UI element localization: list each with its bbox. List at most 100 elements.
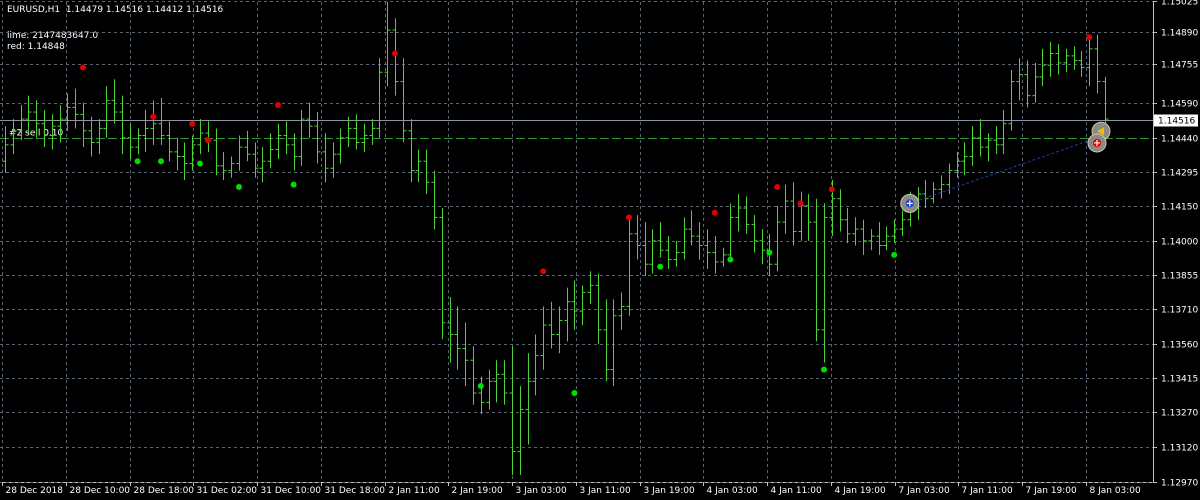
ohlc-bar (181, 142, 188, 180)
ohlc-bar (548, 301, 555, 349)
price-tick-label: 1.13270 (1161, 409, 1198, 419)
ohlc-bar (244, 130, 251, 162)
time-tick-label: 2 Jan 11:00 (389, 486, 441, 496)
ohlc-bar (985, 133, 992, 162)
ohlc-bar (525, 353, 532, 445)
time-tick-label: 3 Jan 03:00 (516, 486, 568, 496)
ohlc-bar (283, 121, 290, 155)
ohlc-bar (1086, 39, 1093, 87)
ohlc-bar (1047, 41, 1054, 77)
ohlc-bar (166, 121, 173, 162)
ohlc-bar (774, 205, 781, 272)
ohlc-bar (899, 210, 906, 237)
price-tick-label: 1.13855 (1161, 272, 1198, 282)
ohlc-bar (454, 306, 461, 370)
ohlc-bar (64, 93, 71, 131)
ohlc-bar (1078, 51, 1085, 77)
ohlc-bar (111, 79, 118, 124)
ohlc-bar (634, 215, 641, 260)
time-tick-label: 28 Dec 18:00 (134, 486, 195, 496)
trade-open-marker (900, 193, 920, 213)
ohlc-bar (649, 229, 656, 274)
ohlc-bar (579, 285, 586, 326)
time-tick-label: 28 Dec 10:00 (70, 486, 131, 496)
ohlc-bar (220, 151, 227, 180)
ohlc-bar (883, 226, 890, 251)
ohlc-bar (720, 247, 727, 267)
ohlc-bar (142, 109, 149, 152)
ohlc-bar (174, 137, 181, 171)
ohlc-bar (751, 215, 758, 253)
green-signal-dot (290, 181, 297, 188)
ohlc-bar (727, 203, 734, 262)
time-tick-label: 4 Jan 11:00 (771, 486, 823, 496)
ohlc-bar (353, 114, 360, 150)
ohlc-bar (103, 86, 110, 138)
ohlc-bar (88, 116, 95, 157)
ohlc-bar (213, 128, 220, 176)
ohlc-bar (532, 334, 539, 396)
ohlc-bar (275, 123, 282, 159)
ohlc-bar (673, 240, 680, 267)
green-signal-dot (657, 263, 664, 270)
ohlc-bar (961, 142, 968, 176)
time-tick-label: 7 Jan 11:00 (962, 486, 1014, 496)
ohlc-bar (400, 58, 407, 143)
ohlc-bar (696, 222, 703, 260)
red-signal-dot (1086, 34, 1093, 41)
ohlc-bar (587, 271, 594, 305)
ohlc-bar (735, 194, 742, 232)
price-tick-label: 1.14000 (1161, 238, 1198, 248)
ohlc-bar (517, 386, 524, 475)
ohlc-bar (844, 208, 851, 244)
time-tick-label: 28 Dec 2018 (6, 486, 64, 496)
ohlc-bar (431, 170, 438, 230)
ohlc-bar (205, 121, 212, 152)
time-tick-label: 7 Jan 19:00 (1026, 486, 1078, 496)
ohlc-bar (197, 119, 204, 155)
ohlc-bar (415, 149, 422, 183)
ohlc-bar (930, 182, 937, 204)
ohlc-bar (876, 222, 883, 255)
current-price-label: 1.14516 (1158, 117, 1195, 127)
ohlc-bar (1063, 48, 1070, 73)
ohlc-bar (80, 102, 87, 148)
ohlc-bar (376, 58, 383, 138)
ohlc-bar (977, 119, 984, 157)
ohlc-bar (860, 219, 867, 255)
ohlc-bar (337, 128, 344, 164)
green-signal-dot (727, 256, 734, 263)
red-signal-dot (392, 50, 398, 57)
ohlc-bar (361, 123, 368, 152)
green-signal-dot (766, 249, 773, 256)
ohlc-bar (501, 360, 508, 405)
ohlc-bar (96, 119, 103, 155)
red-signal-dot (828, 186, 835, 193)
ohlc-bar (470, 346, 477, 405)
ohlc-bar (618, 292, 625, 330)
time-tick-label: 3 Jan 11:00 (580, 486, 632, 496)
time-tick-label: 7 Jan 03:00 (899, 486, 951, 496)
ohlc-bar (969, 126, 976, 166)
price-chart[interactable]: 1.15025 1.14890 1.14755 1.14590 1.14440 1.142… (0, 0, 1200, 500)
ohlc-bar (345, 116, 352, 148)
time-tick-label: 4 Jan 19:00 (835, 486, 887, 496)
ohlc-bar (509, 346, 516, 475)
ohlc-bar (1024, 60, 1031, 108)
price-tick-label: 1.14755 (1161, 61, 1198, 71)
price-tick-label: 1.13560 (1161, 341, 1198, 351)
green-signal-dot (134, 158, 141, 165)
ohlc-bar (626, 217, 633, 316)
ohlc-bar (993, 126, 1000, 155)
ohlc-bar (72, 88, 79, 129)
ohlc-bar (540, 306, 547, 370)
price-tick-label: 1.13415 (1161, 375, 1198, 385)
ohlc-bar (439, 208, 446, 340)
time-tick-label: 31 Dec 02:00 (197, 486, 258, 496)
ohlc-bar (369, 119, 376, 145)
ohlc-bar (423, 149, 430, 194)
time-tick-label: 31 Dec 18:00 (325, 486, 386, 496)
ohlc-bar (704, 229, 711, 269)
ohlc-bar (1032, 62, 1039, 103)
ohlc-bar (189, 135, 196, 171)
